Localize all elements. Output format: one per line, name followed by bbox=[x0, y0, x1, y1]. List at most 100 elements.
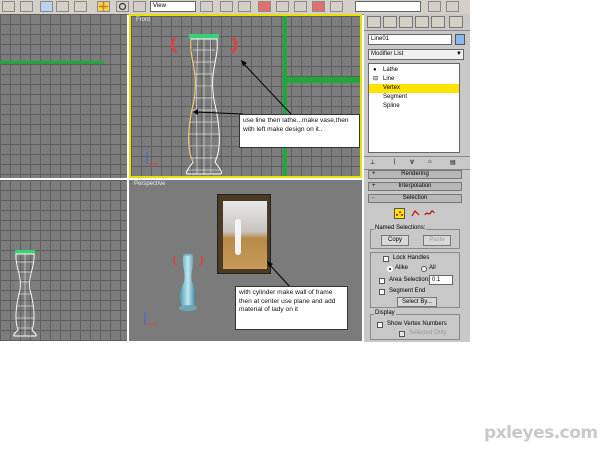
stack-item-label: Vertex bbox=[383, 85, 401, 91]
collapse-icon: - bbox=[372, 195, 374, 201]
front-annotation-note: use line then lathe...make vase,then wit… bbox=[239, 114, 360, 148]
named-selection-dropdown[interactable] bbox=[355, 1, 421, 12]
collapse-icon[interactable]: ⊟ bbox=[373, 75, 378, 84]
window-crossing-icon[interactable] bbox=[74, 1, 87, 12]
show-end-result-icon[interactable]: | bbox=[394, 159, 396, 165]
show-vertex-numbers-checkbox[interactable] bbox=[377, 322, 383, 328]
lightbulb-icon[interactable]: ● bbox=[373, 66, 377, 75]
axis-tripod-persp bbox=[144, 312, 157, 325]
expand-icon: + bbox=[372, 171, 376, 177]
display-title: Display bbox=[374, 310, 396, 316]
area-selection-checkbox[interactable] bbox=[379, 278, 385, 284]
stack-item-label: Spline bbox=[383, 103, 400, 109]
persp-annotation-note: with cylinder make wall of frame then at… bbox=[235, 286, 348, 330]
display-group: Display Show Vertex Numbers Selected Onl… bbox=[370, 310, 460, 340]
front-annotation-text: use line then lathe...make vase,then wit… bbox=[243, 117, 349, 133]
watermark: pxleyes.com bbox=[484, 423, 598, 443]
scale-icon[interactable] bbox=[133, 1, 146, 12]
reference-coordinate-dropdown[interactable]: View bbox=[150, 1, 196, 12]
select-by-name-icon[interactable] bbox=[56, 1, 69, 12]
stack-item-label: Line bbox=[383, 76, 395, 82]
segment-end-checkbox[interactable] bbox=[379, 289, 385, 295]
spline-mode-icon[interactable] bbox=[424, 208, 435, 219]
motion-tab-icon[interactable] bbox=[415, 16, 429, 28]
all-label: All bbox=[429, 265, 436, 271]
edit-named-selection-icon[interactable] bbox=[330, 1, 343, 12]
rollout-title: Rendering bbox=[401, 171, 429, 177]
spinner-snap-icon[interactable] bbox=[312, 1, 325, 12]
area-selection-value: 0.1 bbox=[432, 277, 441, 283]
alike-label: Alike bbox=[395, 265, 409, 271]
object-name-field[interactable]: Line01 bbox=[368, 34, 452, 45]
object-color-swatch[interactable] bbox=[455, 34, 465, 45]
stack-item-label: Lathe bbox=[383, 67, 399, 73]
named-selections-title: Named Selections: bbox=[374, 225, 427, 231]
area-selection-label: Area Selection: bbox=[389, 277, 430, 283]
angle-snap-icon[interactable] bbox=[276, 1, 289, 12]
viewport-top[interactable] bbox=[0, 14, 127, 178]
keyboard-shortcut-icon[interactable] bbox=[238, 1, 251, 12]
select-manipulate-icon[interactable] bbox=[220, 1, 233, 12]
move-icon[interactable] bbox=[97, 1, 110, 12]
modifier-list-label: Modifier List bbox=[371, 51, 404, 57]
utilities-tab-icon[interactable] bbox=[449, 16, 463, 28]
vase-wireframe-left[interactable] bbox=[8, 248, 42, 338]
viewport-front[interactable]: Front use line then lathe...make vase,th… bbox=[129, 14, 362, 178]
align-icon[interactable] bbox=[446, 1, 459, 12]
paste-button[interactable]: Paste bbox=[423, 235, 451, 246]
stack-item-spline[interactable]: Spline bbox=[369, 102, 473, 111]
hierarchy-tab-icon[interactable] bbox=[399, 16, 413, 28]
snaps-toggle-icon[interactable] bbox=[258, 1, 271, 12]
modifier-list-dropdown[interactable]: Modifier List ▼ bbox=[368, 49, 464, 60]
viewport-perspective[interactable]: Perspective with cylinder make wall of f… bbox=[129, 180, 362, 341]
spline-preview bbox=[0, 61, 104, 64]
vertex-mode-icon[interactable] bbox=[394, 208, 405, 219]
rollout-selection[interactable]: - Selection bbox=[368, 194, 462, 203]
selection-options-group: Lock Handles Alike All Area Selection: 0… bbox=[370, 252, 460, 308]
all-radio[interactable] bbox=[421, 266, 427, 272]
percent-snap-icon[interactable] bbox=[294, 1, 307, 12]
stack-item-label: Segment bbox=[383, 94, 408, 100]
rollout-interpolation[interactable]: + Interpolation bbox=[368, 182, 462, 191]
select-object-icon[interactable] bbox=[20, 1, 33, 12]
main-toolbar: View bbox=[0, 0, 470, 15]
segment-mode-icon[interactable] bbox=[410, 208, 421, 219]
annotation-arrows bbox=[193, 60, 292, 115]
rotate-icon[interactable] bbox=[116, 1, 129, 12]
expand-icon: + bbox=[372, 183, 376, 189]
stack-item-line[interactable]: ⊟ Line bbox=[369, 75, 473, 84]
select-region-icon[interactable] bbox=[40, 1, 53, 12]
show-vertex-numbers-label: Show Vertex Numbers bbox=[387, 321, 447, 327]
rollout-title: Interpolation bbox=[398, 183, 432, 189]
view-dropdown-value: View bbox=[153, 3, 166, 9]
selected-only-checkbox[interactable] bbox=[399, 331, 405, 337]
lock-handles-checkbox[interactable] bbox=[383, 256, 389, 262]
modify-tab-icon[interactable] bbox=[383, 16, 397, 28]
rollout-title: Selection bbox=[402, 195, 428, 201]
select-filter-icon[interactable] bbox=[2, 1, 15, 12]
lock-handles-label: Lock Handles bbox=[393, 255, 430, 261]
stack-item-segment[interactable]: Segment bbox=[369, 93, 473, 102]
selected-only-label: Selected Only bbox=[409, 330, 447, 336]
command-panel-tabs bbox=[364, 14, 470, 31]
make-unique-icon[interactable]: ∀ bbox=[410, 159, 414, 166]
stack-item-lathe[interactable]: ● Lathe bbox=[369, 66, 473, 75]
viewport-left[interactable] bbox=[0, 180, 127, 341]
area-selection-spinner[interactable]: 0.1 bbox=[429, 275, 453, 285]
display-tab-icon[interactable] bbox=[431, 16, 445, 28]
copy-button[interactable]: Copy bbox=[381, 235, 409, 246]
remove-modifier-icon[interactable]: ⌂ bbox=[428, 159, 432, 165]
segment-end-label: Segment End bbox=[389, 288, 426, 294]
modifier-stack: ● Lathe ⊟ Line Vertex Segment Spline bbox=[368, 63, 460, 153]
select-by-button[interactable]: Select By... bbox=[397, 297, 437, 307]
configure-sets-icon[interactable]: ▤ bbox=[450, 159, 456, 166]
stack-toolbar: ⊥ | ∀ ⌂ ▤ bbox=[364, 156, 470, 170]
axis-tripod bbox=[146, 152, 159, 165]
pivot-center-icon[interactable] bbox=[200, 1, 213, 12]
mirror-icon[interactable] bbox=[428, 1, 441, 12]
stack-item-vertex[interactable]: Vertex bbox=[369, 84, 459, 93]
create-tab-icon[interactable] bbox=[367, 16, 381, 28]
alike-radio[interactable] bbox=[387, 266, 393, 272]
pin-stack-icon[interactable]: ⊥ bbox=[370, 159, 375, 166]
rollout-rendering[interactable]: + Rendering bbox=[368, 170, 462, 179]
